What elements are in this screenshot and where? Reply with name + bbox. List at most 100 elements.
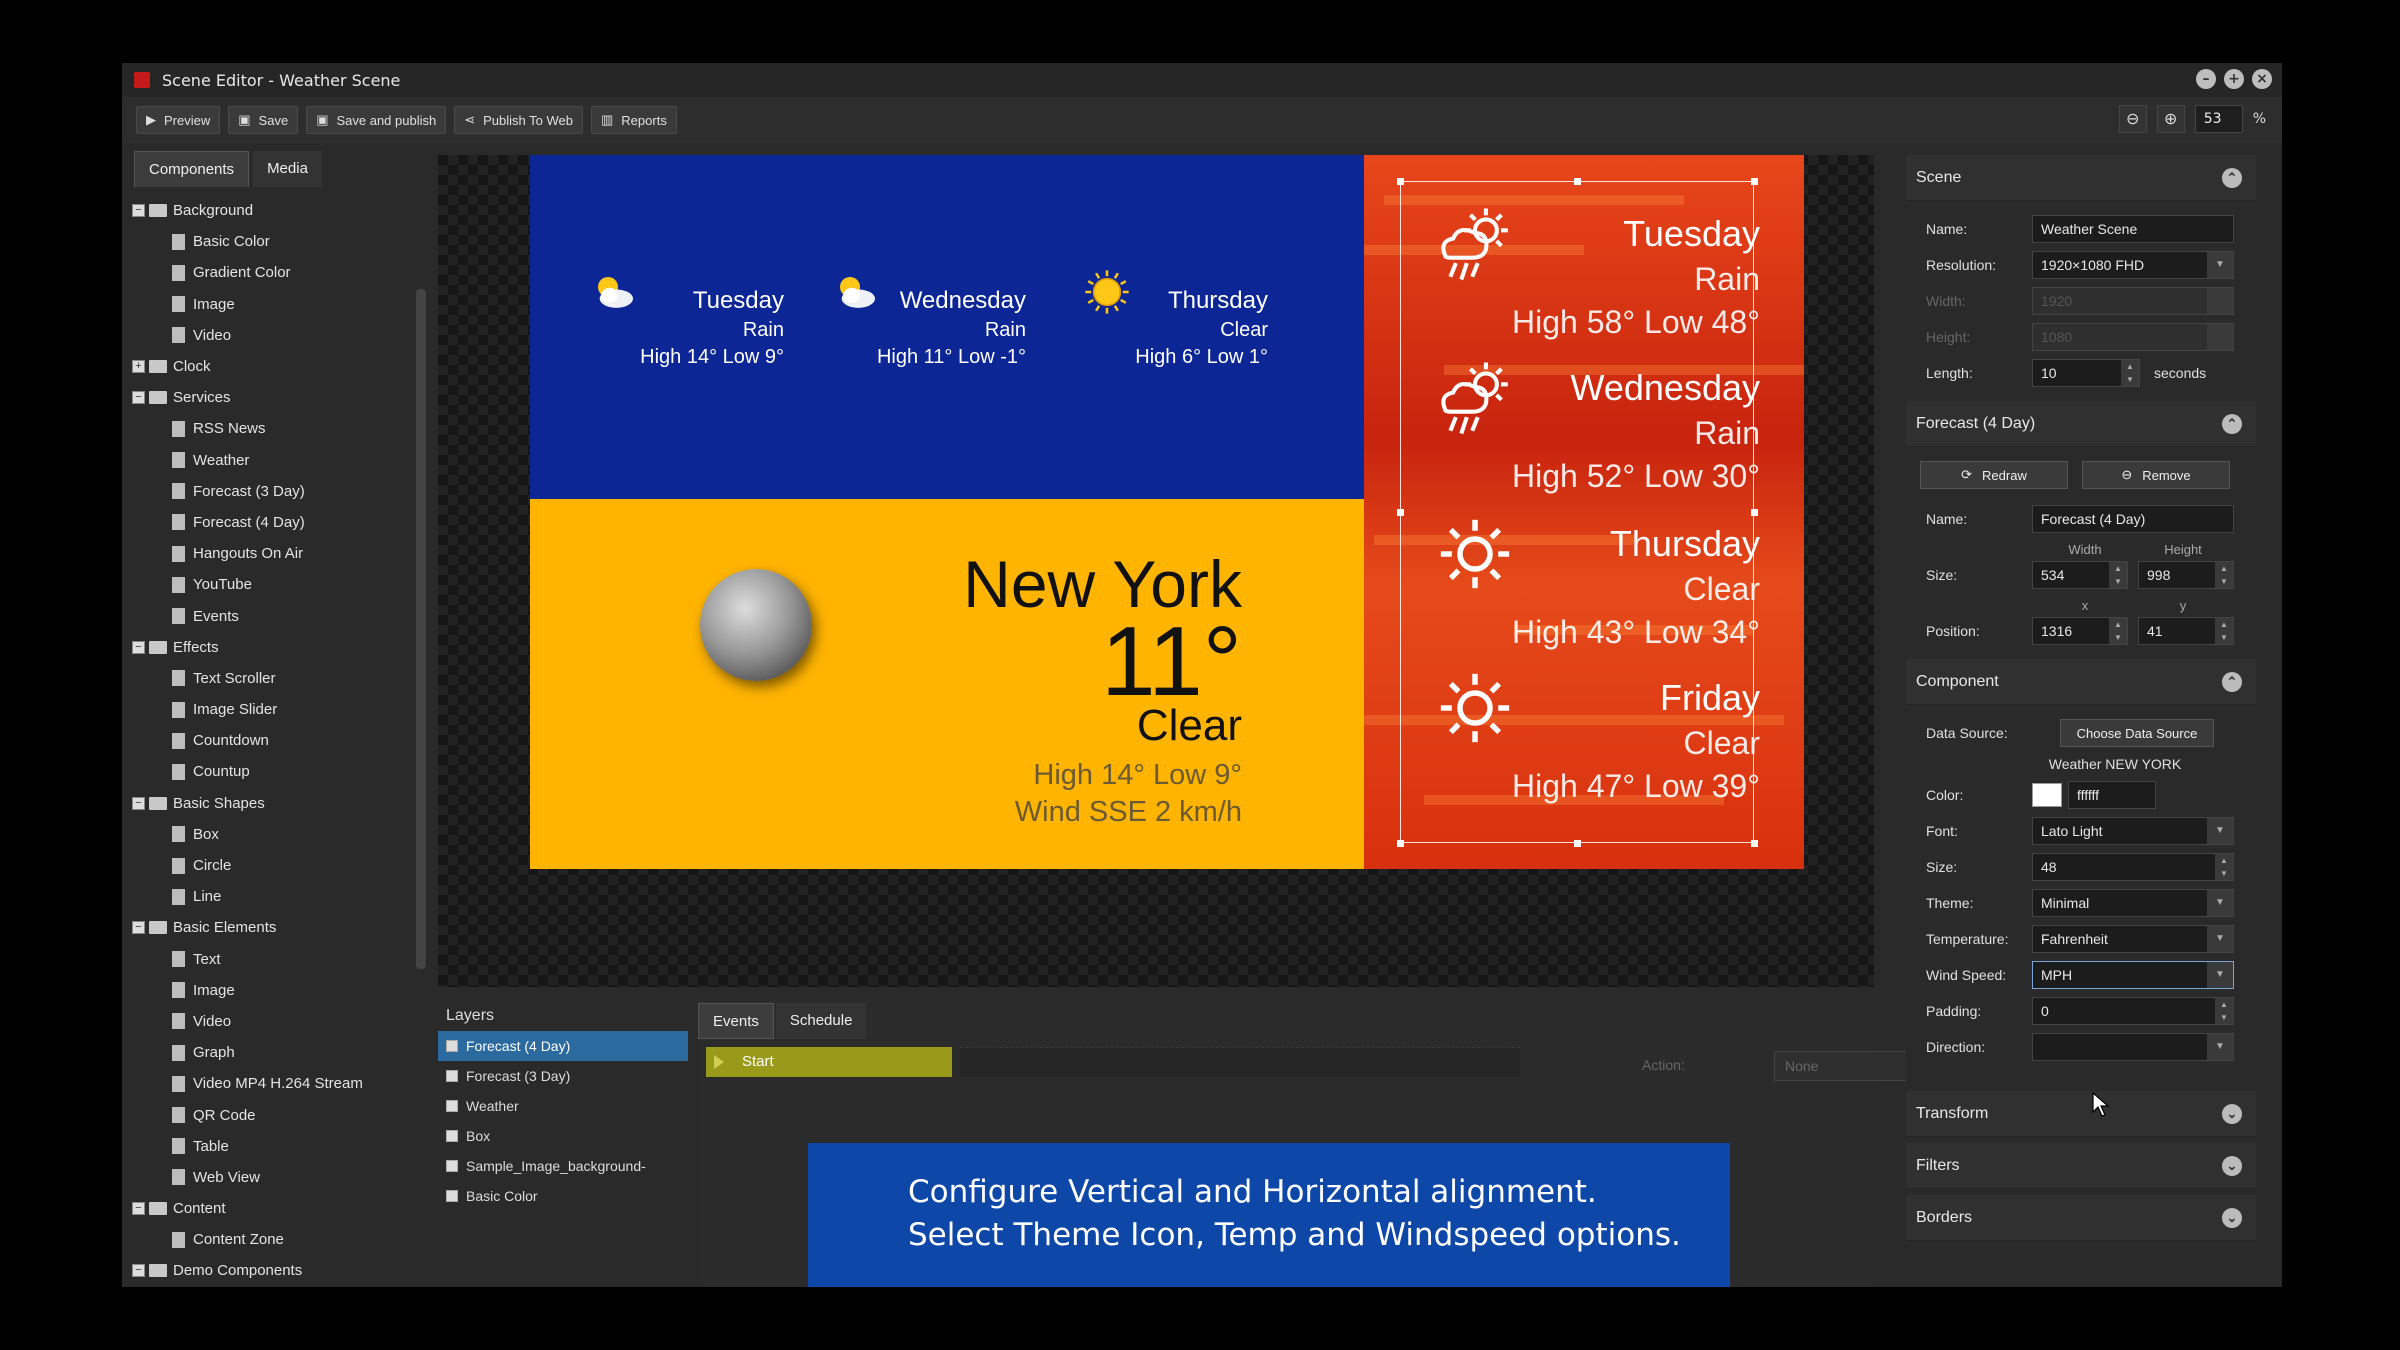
filters-section-header[interactable]: Filters ⌄ (1906, 1143, 2256, 1189)
expand-icon[interactable]: + (132, 360, 145, 374)
tab-components[interactable]: Components (134, 151, 250, 187)
tree-item[interactable]: Forecast (3 Day) (130, 476, 415, 507)
temperature-select[interactable]: Fahrenheit ▼ (2032, 925, 2234, 953)
tree-group[interactable]: − Basic Shapes (130, 788, 415, 819)
tree-item[interactable]: Image (130, 975, 415, 1006)
tree-item[interactable]: Image (130, 289, 415, 320)
tab-events[interactable]: Events (698, 1003, 774, 1039)
current-weather-panel[interactable]: New York 11° Clear High 14° Low 9° Wind … (530, 499, 1364, 869)
tree-scrollbar[interactable] (416, 289, 426, 969)
visibility-checkbox[interactable] (446, 1100, 458, 1112)
resize-handle[interactable] (1751, 509, 1758, 516)
resize-handle[interactable] (1751, 840, 1758, 847)
close-icon[interactable]: × (2252, 69, 2272, 89)
position-y-input[interactable]: 41 ▲ ▼ (2138, 617, 2234, 645)
resize-handle[interactable] (1397, 840, 1404, 847)
tree-item[interactable]: Countdown (130, 725, 415, 756)
save-button[interactable]: ▣ Save (228, 106, 299, 134)
tree-item[interactable]: RSS News (130, 413, 415, 444)
component-section-header[interactable]: Component ⌃ (1906, 659, 2256, 705)
color-swatch[interactable] (2032, 783, 2062, 807)
tree-item[interactable]: YouTube (130, 569, 415, 600)
tree-item[interactable]: Video (130, 320, 415, 351)
event-timeline[interactable] (960, 1047, 1520, 1077)
resize-handle[interactable] (1574, 178, 1581, 185)
tree-item[interactable]: Weather (130, 445, 415, 476)
wind-speed-select[interactable]: MPH ▼ (2032, 961, 2234, 989)
tree-item[interactable]: Line (130, 881, 415, 912)
resize-handle[interactable] (1397, 509, 1404, 516)
chevron-up-icon[interactable]: ⌃ (2222, 167, 2242, 188)
scene-section-header[interactable]: Scene ⌃ (1906, 155, 2256, 201)
remove-button[interactable]: ⊖ Remove (2082, 461, 2230, 489)
visibility-checkbox[interactable] (446, 1070, 458, 1082)
tree-group[interactable]: − Demo Components (130, 1255, 415, 1286)
tree-item[interactable]: Hangouts On Air (130, 538, 415, 569)
chevron-up-icon[interactable]: ⌃ (2222, 671, 2242, 692)
position-x-input[interactable]: 1316 ▲ ▼ (2032, 617, 2128, 645)
visibility-checkbox[interactable] (446, 1040, 458, 1052)
padding-input[interactable]: 0 ▲ ▼ (2032, 997, 2234, 1025)
collapse-icon[interactable]: − (132, 921, 145, 935)
collapse-icon[interactable]: − (132, 1202, 145, 1216)
collapse-icon[interactable]: − (132, 1264, 145, 1278)
visibility-checkbox[interactable] (446, 1190, 458, 1202)
scene-name-input[interactable]: Weather Scene (2032, 215, 2234, 243)
resize-handle[interactable] (1397, 178, 1404, 185)
tree-item[interactable]: QR Code (130, 1099, 415, 1130)
choose-data-source-button[interactable]: Choose Data Source (2060, 719, 2214, 747)
layer-item[interactable]: Forecast (4 Day) (438, 1031, 688, 1061)
collapse-icon[interactable]: − (132, 391, 145, 405)
tree-item[interactable]: Gradient Color (130, 257, 415, 288)
forecast-name-input[interactable]: Forecast (4 Day) (2032, 505, 2234, 533)
tree-item[interactable]: Content Zone (130, 1224, 415, 1255)
zoom-in-icon[interactable]: ⊕ (2156, 105, 2185, 133)
stepper-icon[interactable]: ▲ ▼ (2215, 998, 2233, 1024)
stepper-icon[interactable]: ▲ ▼ (2215, 854, 2233, 880)
tree-item[interactable]: Video (130, 1006, 415, 1037)
tab-media[interactable]: Media (253, 151, 322, 187)
stepper-icon[interactable]: ▲ ▼ (2109, 562, 2127, 588)
scene-canvas[interactable]: Tuesday Rain High 14° Low 9° Wednesday Rain H… (438, 155, 1874, 987)
visibility-checkbox[interactable] (446, 1130, 458, 1142)
size-width-input[interactable]: 534 ▲ ▼ (2032, 561, 2128, 589)
preview-button[interactable]: ▶ Preview (136, 106, 221, 134)
chevron-down-icon[interactable]: ⌄ (2222, 1207, 2242, 1228)
tree-group[interactable]: + Clock (130, 351, 415, 382)
tree-group[interactable]: − Effects (130, 632, 415, 663)
tree-item[interactable]: Events (130, 600, 415, 631)
layer-item[interactable]: Forecast (3 Day) (438, 1061, 688, 1091)
layer-item[interactable]: Box (438, 1121, 688, 1151)
visibility-checkbox[interactable] (446, 1160, 458, 1172)
tree-group[interactable]: − Content (130, 1193, 415, 1224)
size-height-input[interactable]: 998 ▲ ▼ (2138, 561, 2234, 589)
tree-item[interactable]: Basic Color (130, 226, 415, 257)
tree-item[interactable]: Video MP4 H.264 Stream (130, 1068, 415, 1099)
tree-item[interactable]: Text (130, 944, 415, 975)
chevron-down-icon[interactable]: ⌄ (2222, 1155, 2242, 1176)
tree-item[interactable]: Box (130, 819, 415, 850)
reports-button[interactable]: ▥ Reports (591, 106, 677, 134)
tree-item[interactable]: Circle (130, 850, 415, 881)
save-and-publish-button[interactable]: ▣ Save and publish (306, 106, 447, 134)
direction-select[interactable]: ▼ (2032, 1033, 2234, 1061)
resize-handle[interactable] (1751, 178, 1758, 185)
chevron-up-icon[interactable]: ⌃ (2222, 413, 2242, 434)
tree-group[interactable]: − Services (130, 382, 415, 413)
stepper-icon[interactable]: ▲ ▼ (2109, 618, 2127, 644)
resize-handle[interactable] (1574, 840, 1581, 847)
font-select[interactable]: Lato Light ▼ (2032, 817, 2234, 845)
color-input[interactable]: ffffff (2068, 781, 2156, 809)
collapse-icon[interactable]: − (132, 640, 145, 654)
tree-group[interactable]: − Basic Elements (130, 912, 415, 943)
tree-item[interactable]: Text Scroller (130, 663, 415, 694)
font-size-input[interactable]: 48 ▲ ▼ (2032, 853, 2234, 881)
start-event[interactable]: Start (706, 1047, 952, 1077)
collapse-icon[interactable]: − (132, 796, 145, 810)
minimize-icon[interactable]: – (2196, 69, 2216, 89)
transform-section-header[interactable]: Transform ⌄ (1906, 1091, 2256, 1137)
length-input[interactable]: 10 ▲ ▼ (2032, 359, 2140, 387)
forecast-section-header[interactable]: Forecast (4 Day) ⌃ (1906, 401, 2256, 447)
zoom-input[interactable]: 53 (2194, 105, 2243, 133)
forecast-3day-panel[interactable]: Tuesday Rain High 14° Low 9° Wednesday Rain H… (530, 155, 1364, 499)
